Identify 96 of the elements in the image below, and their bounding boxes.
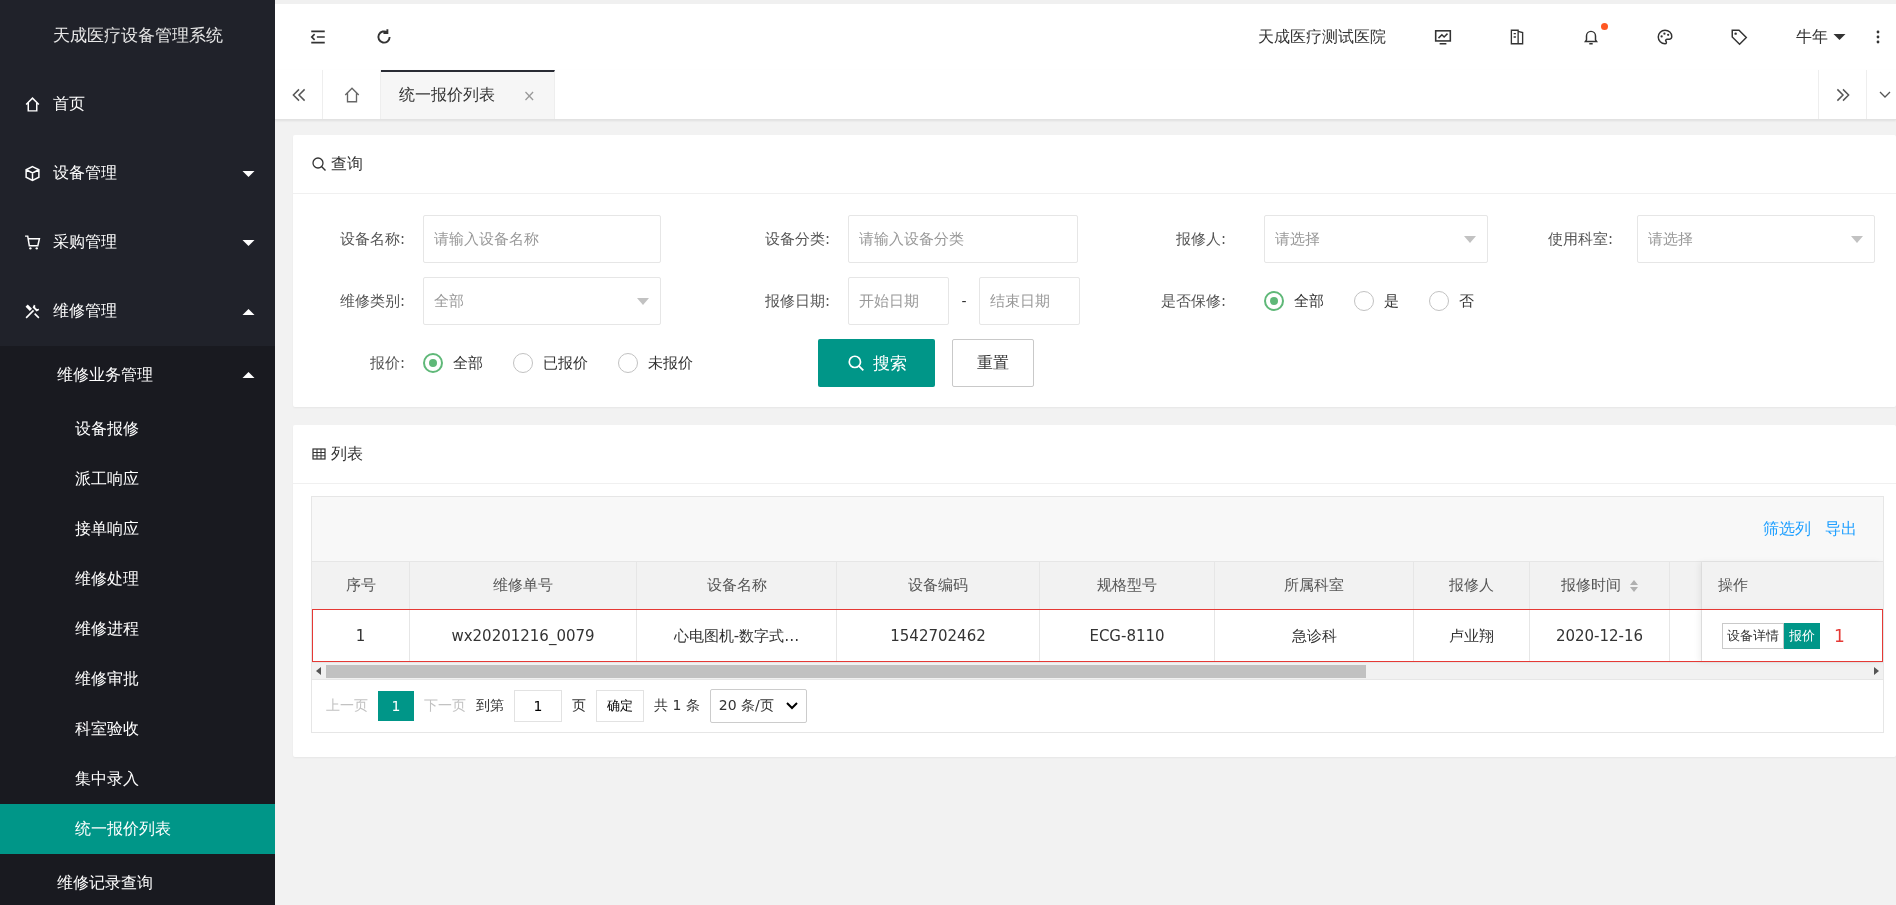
- goto-label: 到第: [476, 697, 504, 715]
- total-count: 共 1 条: [654, 697, 700, 715]
- input-field[interactable]: 请输入设备分类: [848, 215, 1078, 263]
- column-header: 操作: [1702, 562, 1883, 609]
- nav-item[interactable]: 维修管理: [0, 277, 275, 346]
- nav-item[interactable]: 维修处理: [0, 554, 275, 604]
- caret-icon: [242, 371, 255, 379]
- search-icon: [311, 156, 327, 172]
- caret-icon: [1833, 33, 1846, 41]
- radio-option[interactable]: 否: [1429, 291, 1474, 311]
- field-label: 是否保修:: [1159, 291, 1226, 311]
- nav-item[interactable]: 集中录入: [0, 754, 275, 804]
- radio-option[interactable]: 未报价: [618, 353, 693, 373]
- radio-option[interactable]: 是: [1354, 291, 1399, 311]
- home-icon: [24, 96, 41, 113]
- column-header: 报修人: [1414, 562, 1530, 609]
- radio-option[interactable]: 全部: [423, 353, 483, 373]
- confirm-button[interactable]: 确定: [596, 690, 644, 722]
- scroll-right-arrow-icon[interactable]: [1873, 667, 1879, 675]
- panel-title: 查询: [331, 153, 363, 175]
- radio-icon[interactable]: [1264, 291, 1284, 311]
- input-field[interactable]: 请输入设备名称: [423, 215, 661, 263]
- scroll-left-button[interactable]: [275, 70, 323, 119]
- home-icon: [342, 85, 361, 104]
- nav-item[interactable]: 派工响应: [0, 454, 275, 504]
- caret-icon: [1463, 235, 1477, 243]
- annotation-number: 1: [1834, 626, 1845, 646]
- caret-icon: [242, 307, 255, 316]
- cube-icon: [24, 165, 41, 182]
- search-icon: [846, 354, 865, 372]
- page-size-select[interactable]: 20 条/页: [709, 689, 807, 723]
- panel-title: 列表: [331, 443, 363, 465]
- tools-icon: [24, 303, 41, 320]
- user-menu[interactable]: 牛年: [1796, 26, 1846, 48]
- reset-button[interactable]: 重置: [952, 339, 1034, 387]
- column-header: 报修时间: [1530, 562, 1670, 609]
- date-field[interactable]: 结束日期: [979, 277, 1080, 325]
- column-header: 维修单号: [410, 562, 637, 609]
- field-label: 设备名称:: [338, 229, 405, 249]
- bell-icon[interactable]: [1582, 28, 1600, 46]
- menu-fold-icon[interactable]: [309, 28, 327, 46]
- field-label: 设备分类:: [763, 229, 830, 249]
- action-button[interactable]: 设备详情: [1722, 623, 1784, 649]
- nav-item[interactable]: 科室验收: [0, 704, 275, 754]
- nav-item[interactable]: 采购管理: [0, 208, 275, 277]
- field-label: 报修人:: [1174, 229, 1226, 249]
- nav-item[interactable]: 维修业务管理: [0, 346, 275, 404]
- nav-item[interactable]: 统一报价列表: [0, 804, 275, 854]
- app-title: 天成医疗设备管理系统: [0, 0, 275, 70]
- column-header: 规格型号: [1040, 562, 1215, 609]
- date-field[interactable]: 开始日期: [848, 277, 949, 325]
- palette-icon[interactable]: [1656, 28, 1674, 46]
- nav-item[interactable]: 设备管理: [0, 139, 275, 208]
- monitor-icon[interactable]: [1434, 28, 1452, 46]
- tab-menu-button[interactable]: [1866, 70, 1896, 119]
- column-header: 序号: [312, 562, 410, 609]
- home-tab[interactable]: [323, 70, 381, 119]
- field-label: 报修日期:: [763, 291, 830, 311]
- action-button[interactable]: 报价: [1784, 623, 1820, 649]
- nav-item[interactable]: 维修记录查询: [0, 854, 275, 905]
- field-label: 报价:: [368, 353, 405, 373]
- sort-icon[interactable]: [1628, 578, 1639, 593]
- field-label: 使用科室:: [1546, 229, 1613, 249]
- scroll-right-button[interactable]: [1818, 70, 1866, 119]
- hospital-name: 天成医疗测试医院: [1258, 26, 1386, 48]
- page-tab[interactable]: 统一报价列表 ×: [381, 70, 555, 119]
- tag-icon[interactable]: [1730, 28, 1748, 46]
- radio-icon[interactable]: [423, 353, 443, 373]
- scroll-left-arrow-icon[interactable]: [316, 667, 322, 675]
- range-separator: -: [960, 293, 968, 309]
- book-icon[interactable]: [1508, 28, 1526, 46]
- nav-item[interactable]: 接单响应: [0, 504, 275, 554]
- table-icon: [311, 446, 327, 462]
- nav-item[interactable]: 维修进程: [0, 604, 275, 654]
- search-button[interactable]: 搜索: [818, 339, 935, 387]
- column-header: 所属科室: [1215, 562, 1414, 609]
- radio-option[interactable]: 全部: [1264, 291, 1324, 311]
- column-header: 设备名称: [637, 562, 837, 609]
- caret-icon: [1850, 235, 1864, 243]
- nav-item[interactable]: 首页: [0, 70, 275, 139]
- caret-icon: [636, 297, 650, 305]
- page-input[interactable]: 1: [514, 690, 562, 722]
- caret-icon: [242, 169, 255, 178]
- caret-icon: [242, 238, 255, 247]
- refresh-icon[interactable]: [375, 28, 393, 46]
- field-label: 维修类别:: [338, 291, 405, 311]
- chevron-down-icon: [785, 702, 798, 710]
- page-unit: 页: [572, 697, 586, 715]
- column-header: 设备编码: [837, 562, 1040, 609]
- radio-option[interactable]: 已报价: [513, 353, 588, 373]
- nav-item[interactable]: 维修审批: [0, 654, 275, 704]
- nav-item[interactable]: 设备报修: [0, 404, 275, 454]
- cart-icon: [24, 234, 41, 251]
- page-number[interactable]: 1: [378, 691, 414, 721]
- more-icon[interactable]: [1876, 29, 1880, 45]
- horizontal-scrollbar[interactable]: [312, 662, 1883, 679]
